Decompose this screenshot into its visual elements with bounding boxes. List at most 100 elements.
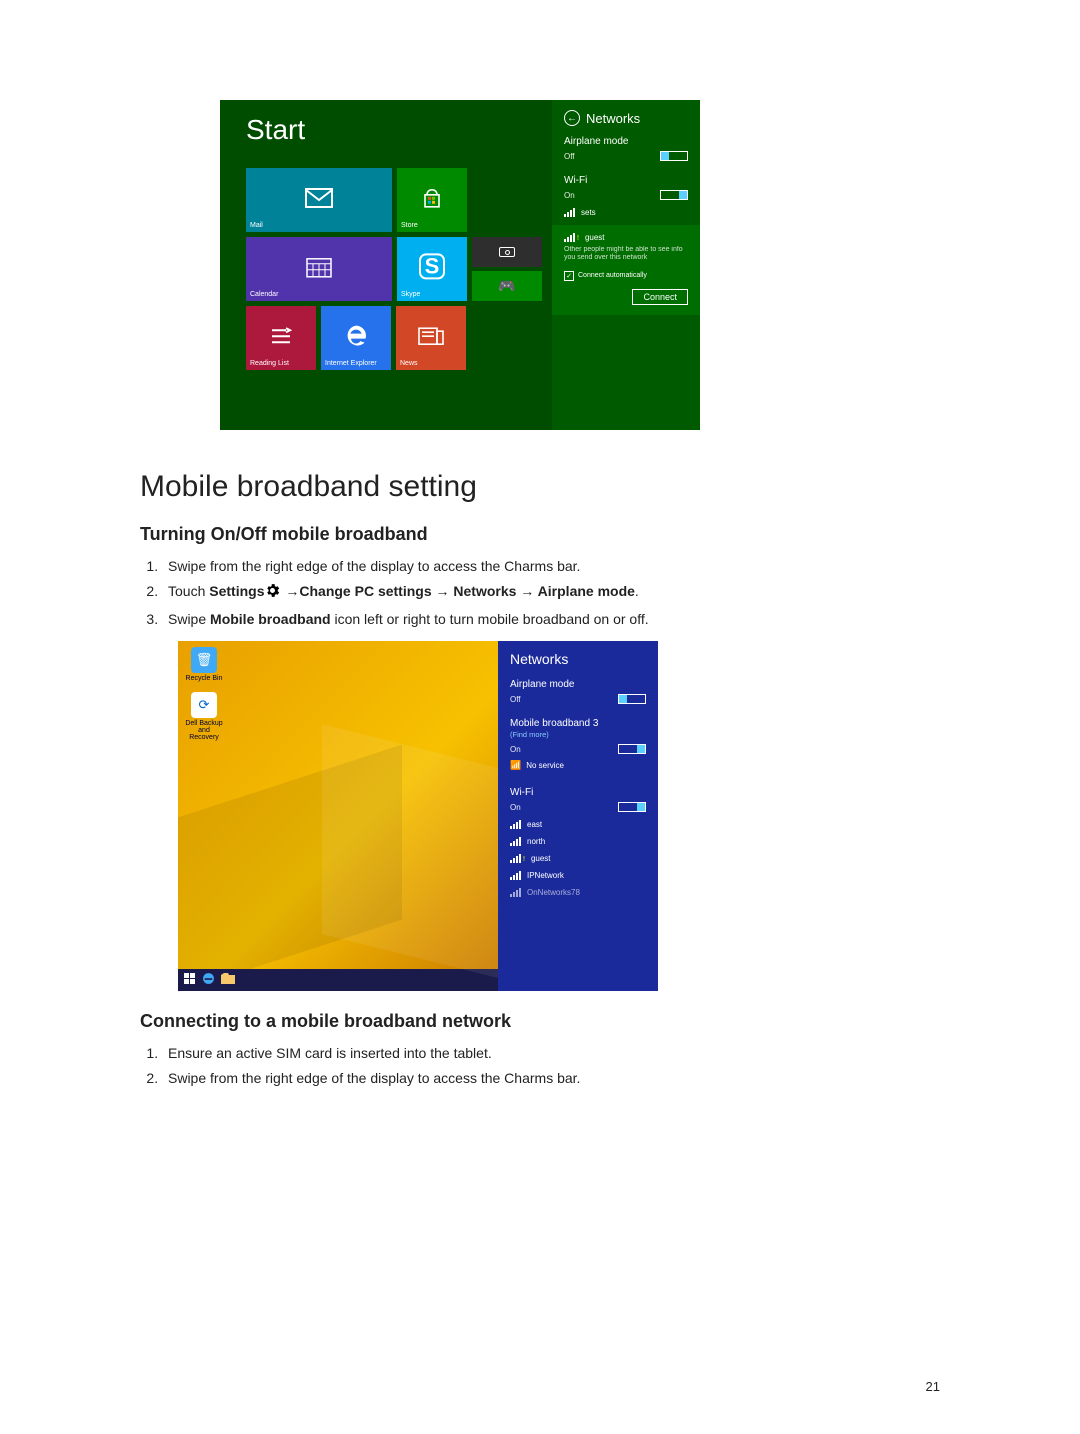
start-menu-icon[interactable] — [184, 973, 196, 988]
backup-icon: ⟳ — [191, 692, 217, 718]
skype-icon: S — [419, 253, 445, 279]
signal-open-icon — [564, 233, 579, 242]
wifi-label: Wi-Fi — [564, 175, 688, 186]
wifi-network-item[interactable]: north — [510, 837, 646, 846]
mail-icon — [305, 188, 333, 208]
games-icon: 🎮 — [498, 278, 515, 295]
heading-connecting: Connecting to a mobile broadband network — [140, 1011, 940, 1032]
wifi-name: east — [527, 820, 542, 829]
tile-calendar[interactable]: Calendar — [246, 237, 392, 301]
wifi-toggle[interactable] — [618, 802, 646, 812]
signal-open-icon — [510, 854, 525, 863]
airplane-toggle[interactable] — [618, 694, 646, 704]
tile-label: Reading List — [250, 360, 289, 367]
wifi-label: Wi-Fi — [510, 787, 646, 798]
tile-games[interactable]: 🎮 — [472, 271, 542, 301]
find-more-link[interactable]: (Find more) — [510, 730, 549, 739]
wifi-state: On — [564, 191, 575, 200]
gear-icon — [264, 582, 281, 606]
signal-icon — [510, 888, 521, 897]
connect-button[interactable]: Connect — [632, 289, 688, 305]
wifi-network-item[interactable]: sets — [564, 208, 688, 217]
taskbar — [178, 969, 498, 991]
networks-panel: ← Networks Airplane mode Off Wi-Fi On se… — [552, 100, 700, 430]
icon-label: Recycle Bin — [186, 675, 223, 682]
ie-icon — [344, 324, 368, 348]
taskbar-explorer-icon[interactable] — [221, 973, 235, 987]
mbb-toggle[interactable] — [618, 744, 646, 754]
network-hint: Other people might be able to see info y… — [564, 246, 688, 263]
wifi-name: OnNetworks78 — [527, 888, 580, 897]
checkbox-label: Connect automatically — [578, 272, 647, 279]
wifi-name: sets — [581, 208, 596, 217]
list-item: Swipe Mobile broadband icon left or righ… — [162, 608, 940, 631]
mbb-state: On — [510, 745, 521, 754]
tile-label: Skype — [401, 291, 420, 298]
tile-news[interactable]: News — [396, 306, 466, 370]
airplane-state: Off — [564, 152, 575, 161]
airplane-state: Off — [510, 695, 521, 704]
store-icon — [421, 187, 443, 209]
calendar-icon — [306, 256, 332, 278]
taskbar-ie-icon[interactable] — [202, 972, 215, 988]
signal-icon — [510, 837, 521, 846]
antenna-icon: 📶 — [510, 760, 521, 771]
heading-turning-on-off: Turning On/Off mobile broadband — [140, 524, 940, 545]
tile-label: News — [400, 360, 418, 367]
heading-mobile-broadband-setting: Mobile broadband setting — [140, 470, 940, 504]
networks-panel: Networks Airplane mode Off Mobile broadb… — [498, 641, 658, 991]
wifi-network-item[interactable]: IPNetwork — [510, 871, 646, 880]
wifi-network-item[interactable]: east — [510, 820, 646, 829]
wifi-network-item[interactable]: guest — [510, 854, 646, 863]
signal-icon — [564, 208, 575, 217]
list-item: Swipe from the right edge of the display… — [162, 555, 940, 578]
networks-title: Networks — [586, 111, 640, 126]
back-icon[interactable]: ← — [564, 110, 580, 126]
wifi-state: On — [510, 803, 521, 812]
desktop-icon-dell-backup[interactable]: ⟳ Dell Backup and Recovery — [184, 692, 224, 741]
desktop-icon-recycle-bin[interactable]: 🗑 Recycle Bin — [184, 647, 224, 682]
wifi-name: guest — [585, 233, 605, 242]
screenshot-start-networks: Start Mail Store — [220, 100, 700, 430]
wifi-network-item[interactable]: OnNetworks78 — [510, 888, 646, 897]
steps-connecting: Ensure an active SIM card is inserted in… — [162, 1042, 940, 1090]
airplane-label: Airplane mode — [510, 679, 646, 690]
tile-skype[interactable]: S Skype — [397, 237, 467, 301]
wifi-name: IPNetwork — [527, 871, 564, 880]
wifi-name: north — [527, 837, 545, 846]
news-icon — [418, 327, 444, 345]
tile-reading-list[interactable]: Reading List — [246, 306, 316, 370]
desktop: 🗑 Recycle Bin ⟳ Dell Backup and Recovery — [178, 641, 498, 991]
tile-internet-explorer[interactable]: Internet Explorer — [321, 306, 391, 370]
mbb-status-item[interactable]: 📶 No service — [510, 760, 646, 771]
tile-store[interactable]: Store — [397, 168, 467, 232]
networks-title: Networks — [510, 651, 568, 667]
wifi-toggle[interactable] — [660, 190, 688, 200]
steps-turning-on-off: Swipe from the right edge of the display… — [162, 555, 940, 631]
page-number: 21 — [926, 1379, 940, 1394]
wifi-network-item[interactable]: guest — [564, 233, 688, 242]
recycle-bin-icon: 🗑 — [191, 647, 217, 673]
start-title: Start — [246, 114, 542, 146]
tile-label: Store — [401, 222, 418, 229]
connect-auto-checkbox[interactable]: ✓ Connect automatically — [564, 271, 688, 281]
list-item: Swipe from the right edge of the display… — [162, 1067, 940, 1090]
checkbox-icon: ✓ — [564, 271, 574, 281]
icon-label: Dell Backup and Recovery — [185, 720, 222, 741]
airplane-label: Airplane mode — [564, 136, 688, 147]
tile-mail[interactable]: Mail — [246, 168, 392, 232]
mbb-status-text: No service — [526, 761, 564, 770]
tile-label: Internet Explorer — [325, 360, 377, 367]
signal-icon — [510, 820, 521, 829]
tile-label: Calendar — [250, 291, 278, 298]
reading-list-icon — [270, 327, 292, 345]
screenshot-desktop-networks: 🗑 Recycle Bin ⟳ Dell Backup and Recovery… — [178, 641, 658, 991]
camera-icon — [499, 247, 515, 257]
start-screen: Start Mail Store — [220, 100, 552, 430]
list-item: Touch Settings →Change PC settings → Net… — [162, 580, 940, 606]
signal-icon — [510, 871, 521, 880]
tile-camera[interactable] — [472, 237, 542, 267]
airplane-toggle[interactable] — [660, 151, 688, 161]
mbb-label: Mobile broadband 3 — [510, 718, 646, 729]
wifi-name: guest — [531, 854, 551, 863]
